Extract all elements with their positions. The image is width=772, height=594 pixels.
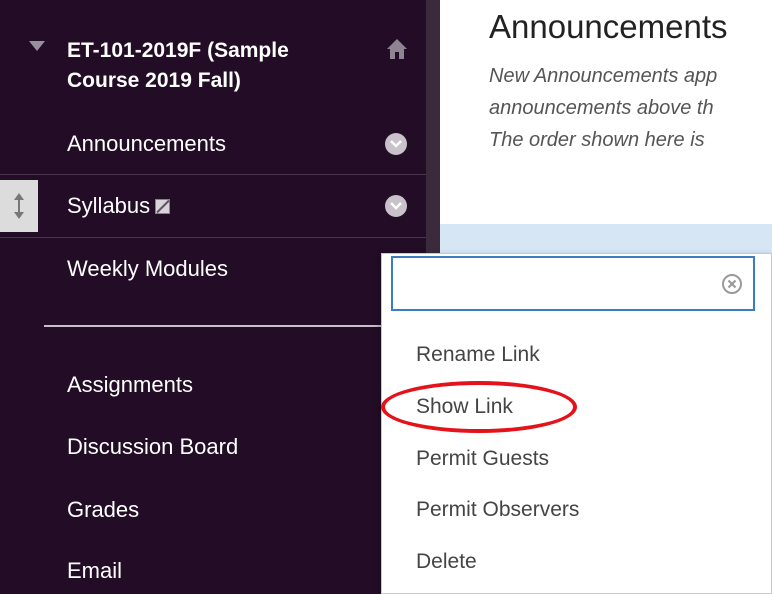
collapse-triangle-icon[interactable]	[29, 41, 45, 51]
sidebar-item-label: Announcements	[67, 131, 226, 156]
sidebar-item-announcements[interactable]: Announcements	[0, 118, 426, 170]
item-context-menu: Rename Link Show Link Permit Guests Perm…	[381, 253, 772, 594]
sidebar-item-label: Grades	[67, 497, 140, 522]
drag-handle-icon	[14, 193, 24, 219]
sidebar-item-syllabus[interactable]: Syllabus	[0, 180, 426, 232]
page-description-line1: New Announcements app	[489, 65, 718, 87]
menu-option-permit-observers[interactable]: Permit Observers	[416, 498, 579, 522]
menu-option-show-link[interactable]: Show Link	[416, 395, 513, 419]
page-title: Announcements	[489, 8, 728, 45]
course-title-line2: Course 2019 Fall)	[67, 69, 241, 92]
divider	[0, 237, 426, 238]
sidebar-item-assignments[interactable]: Assignments	[0, 359, 426, 411]
sidebar-item-discussion-board[interactable]: Discussion Board	[0, 421, 426, 473]
sidebar-item-label: Email	[67, 558, 123, 583]
chevron-down-icon[interactable]	[385, 133, 407, 155]
sidebar-item-label: Syllabus	[67, 193, 171, 219]
page-description: New Announcements app announcements above…	[489, 60, 772, 156]
menu-search-input[interactable]	[391, 256, 755, 311]
sidebar-item-weekly-modules[interactable]: Weekly Modules	[0, 243, 426, 295]
menu-option-rename-link[interactable]: Rename Link	[416, 343, 540, 367]
home-icon[interactable]	[386, 38, 408, 60]
sidebar-item-email[interactable]: Email	[0, 545, 426, 594]
course-title-line1: ET-101-2019F (Sample	[67, 39, 289, 62]
hidden-item-icon	[155, 199, 171, 214]
menu-option-permit-guests[interactable]: Permit Guests	[416, 447, 549, 471]
chevron-down-icon[interactable]	[385, 195, 407, 217]
sidebar-item-label: Weekly Modules	[67, 256, 228, 281]
syllabus-label-text: Syllabus	[67, 193, 151, 218]
clear-icon[interactable]	[722, 274, 742, 294]
drag-handle[interactable]	[0, 180, 38, 232]
section-divider	[44, 325, 426, 327]
course-header: ET-101-2019F (Sample Course 2019 Fall)	[0, 28, 426, 108]
divider	[0, 174, 426, 175]
menu-option-delete[interactable]: Delete	[416, 550, 477, 574]
course-title[interactable]: ET-101-2019F (Sample Course 2019 Fall)	[67, 36, 367, 96]
sidebar-item-grades[interactable]: Grades	[0, 484, 426, 536]
page-description-line3: The order shown here is	[489, 129, 705, 151]
course-menu-sidebar: ET-101-2019F (Sample Course 2019 Fall) A…	[0, 0, 440, 594]
page-description-line2: announcements above th	[489, 97, 714, 119]
sidebar-item-label: Assignments	[67, 372, 193, 397]
sidebar-item-label: Discussion Board	[67, 434, 239, 459]
